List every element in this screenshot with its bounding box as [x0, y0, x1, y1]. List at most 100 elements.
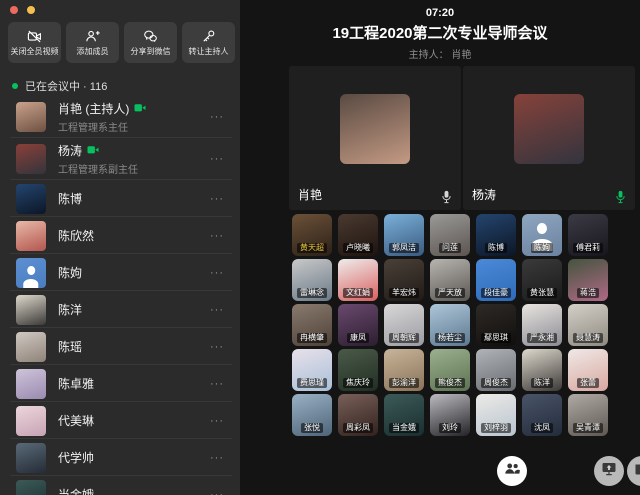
member-tile[interactable]: 康凤 [338, 304, 378, 346]
member-tile[interactable]: 黄张慧 [522, 259, 562, 301]
participant-name: 当金娥 [58, 486, 94, 495]
avatar [16, 443, 46, 473]
member-tile[interactable]: 严天放 [430, 259, 470, 301]
participant-info: 代美琳 [58, 412, 210, 429]
avatar [16, 406, 46, 436]
member-tile[interactable]: 周朝辉 [384, 304, 424, 346]
member-tile[interactable]: 费思瑾 [292, 349, 332, 391]
status-text: 已在会议中 · 116 [25, 78, 107, 94]
member-tile[interactable]: 陈洋 [522, 349, 562, 391]
member-tile[interactable]: 沈凤 [522, 394, 562, 436]
member-tile[interactable]: 文红娟 [338, 259, 378, 301]
member-name: 段佳豪 [481, 288, 511, 298]
member-tile[interactable]: 郭凤洁 [384, 214, 424, 256]
participant-name: 代美琳 [58, 412, 94, 429]
member-tile[interactable]: 傅君莉 [568, 214, 608, 256]
member-tile[interactable]: 黄天超 [292, 214, 332, 256]
member-name: 熊俊杰 [435, 378, 465, 388]
participant-name: 肖艳 (主持人) [58, 100, 129, 117]
folder-share-icon [634, 462, 640, 481]
member-tile[interactable]: 周彩凤 [338, 394, 378, 436]
participant-row[interactable]: 陈卓雅 ··· [0, 365, 240, 402]
member-tile[interactable]: 问莲 [430, 214, 470, 256]
share-to-wechat-button[interactable]: 分享到微信 [124, 22, 177, 63]
more-options-button[interactable]: ··· [210, 111, 224, 123]
screen-share-button[interactable] [594, 456, 624, 486]
member-tile[interactable]: 彭渝洋 [384, 349, 424, 391]
participant-info: 陈瑶 [58, 338, 210, 355]
member-name: 傅君莉 [573, 243, 603, 253]
member-tile[interactable]: 段佳豪 [476, 259, 516, 301]
more-options-button[interactable]: ··· [210, 489, 224, 495]
member-tile[interactable]: 熊俊杰 [430, 349, 470, 391]
file-share-button[interactable] [627, 456, 640, 486]
member-tile[interactable]: 吴青潭 [568, 394, 608, 436]
participant-name: 杨涛 [58, 142, 82, 159]
member-tile[interactable]: 蒋浩 [568, 259, 608, 301]
member-tile[interactable]: 张悦 [292, 394, 332, 436]
member-tile[interactable]: 刘梓羽 [476, 394, 516, 436]
participant-row[interactable]: 陈洋 ··· [0, 291, 240, 328]
member-tile[interactable]: 周俊杰 [476, 349, 516, 391]
member-tile[interactable]: 刘玲 [430, 394, 470, 436]
default-person-icon [22, 266, 40, 288]
member-tile[interactable]: 羊宏炜 [384, 259, 424, 301]
more-options-button[interactable]: ··· [210, 452, 224, 464]
member-tile[interactable]: 鄢思琪 [476, 304, 516, 346]
participant-row[interactable]: 陈姁 ··· [0, 254, 240, 291]
participant-row[interactable]: 当金娥 ··· [0, 476, 240, 495]
window-close-button[interactable] [10, 6, 18, 14]
microphone-icon [615, 190, 626, 204]
stage-tile[interactable]: 肖艳 [289, 66, 461, 210]
member-tile[interactable]: 杨若尘 [430, 304, 470, 346]
participant-info: 代学帅 [58, 449, 210, 466]
camera-on-icon [87, 144, 99, 158]
member-name: 郭凤洁 [389, 243, 419, 253]
participants-icon [504, 462, 521, 480]
more-options-button[interactable]: ··· [210, 153, 224, 165]
participant-row[interactable]: 代美琳 ··· [0, 402, 240, 439]
participant-subtitle: 工程管理系主任 [58, 119, 210, 134]
more-options-button[interactable]: ··· [210, 341, 224, 353]
member-tile[interactable]: 聂慧涛 [568, 304, 608, 346]
close-all-video-button[interactable]: 关闭全员视频 [8, 22, 61, 63]
member-tile[interactable]: 严永湘 [522, 304, 562, 346]
member-tile[interactable]: 卢晓曦 [338, 214, 378, 256]
participant-row[interactable]: 陈博 ··· [0, 180, 240, 217]
member-name: 文红娟 [343, 288, 373, 298]
participant-row[interactable]: 肖艳 (主持人) 工程管理系主任 ··· [0, 96, 240, 138]
participants-button[interactable] [497, 456, 527, 486]
window-minimize-button[interactable] [27, 6, 35, 14]
participant-row[interactable]: 陈欣然 ··· [0, 217, 240, 254]
participant-row[interactable]: 杨涛 工程管理系副主任 ··· [0, 138, 240, 180]
more-options-button[interactable]: ··· [210, 304, 224, 316]
more-options-button[interactable]: ··· [210, 415, 224, 427]
participant-name: 陈欣然 [58, 227, 94, 244]
more-options-button[interactable]: ··· [210, 193, 224, 205]
more-options-button[interactable]: ··· [210, 267, 224, 279]
participant-name: 陈瑶 [58, 338, 82, 355]
add-member-button[interactable]: 添加成员 [66, 22, 119, 63]
stage-tile[interactable]: 杨涛 [463, 66, 635, 210]
more-options-button[interactable]: ··· [210, 378, 224, 390]
member-name: 刘梓羽 [481, 423, 511, 433]
participant-info: 陈姁 [58, 264, 210, 281]
avatar [340, 94, 410, 164]
sidebar-action-bar: 关闭全员视频 添加成员 [8, 22, 235, 63]
meeting-window: 关闭全员视频 添加成员 [0, 0, 640, 495]
member-tile[interactable]: 冉横肇 [292, 304, 332, 346]
member-tile[interactable]: 陈博 [476, 214, 516, 256]
member-name: 问莲 [439, 243, 461, 253]
member-tile[interactable]: 陈姁 [522, 214, 562, 256]
avatar [16, 332, 46, 362]
member-tile[interactable]: 张蕾 [568, 349, 608, 391]
transfer-host-button[interactable]: 转让主持人 [182, 22, 235, 63]
more-options-button[interactable]: ··· [210, 230, 224, 242]
screen-share-icon [601, 461, 617, 481]
member-tile[interactable]: 焦庆玲 [338, 349, 378, 391]
participant-row[interactable]: 代学帅 ··· [0, 439, 240, 476]
participant-row[interactable]: 陈瑶 ··· [0, 328, 240, 365]
member-name: 张蕾 [577, 378, 599, 388]
member-tile[interactable]: 当金娥 [384, 394, 424, 436]
member-tile[interactable]: 雷琳念 [292, 259, 332, 301]
